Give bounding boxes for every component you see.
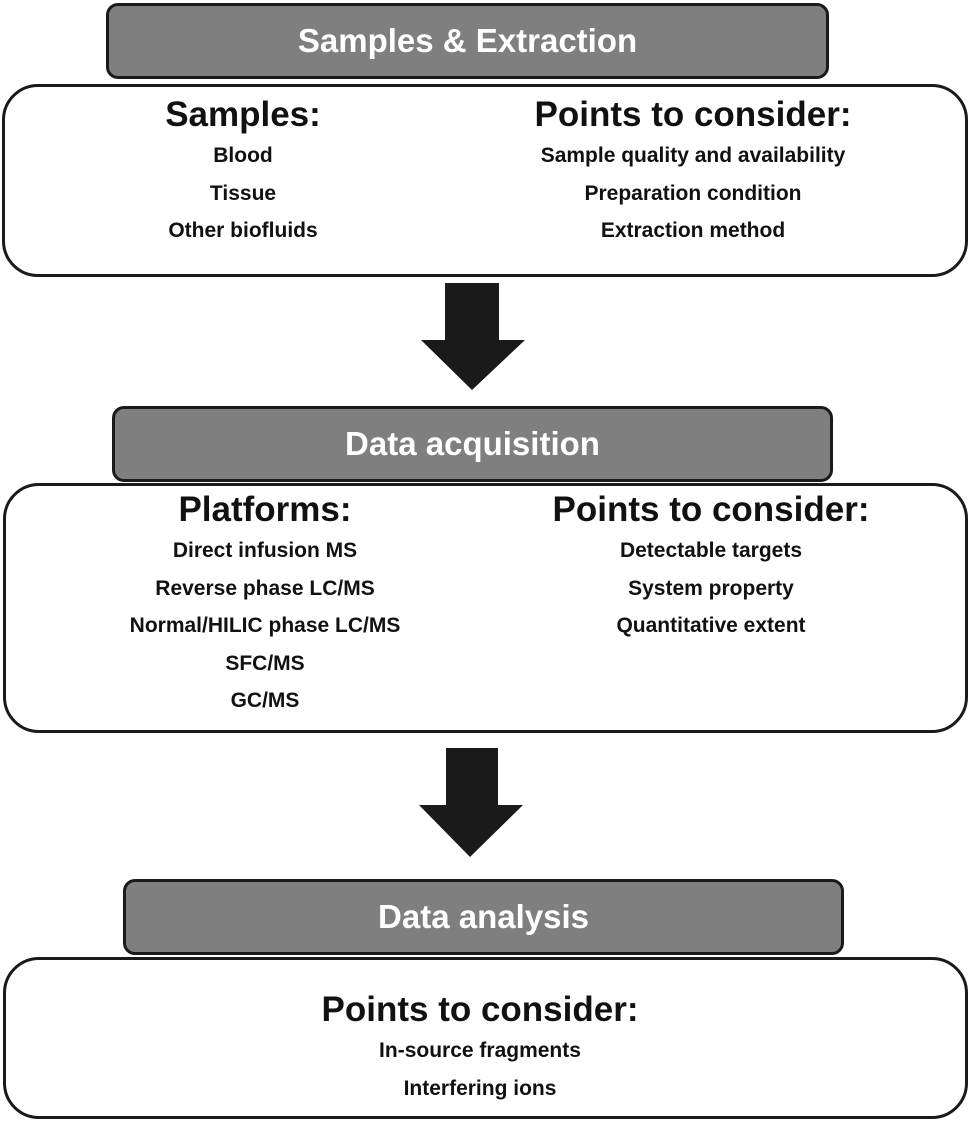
list-item: Blood [213,144,273,167]
list-item: Extraction method [600,219,786,242]
list-item: Detectable targets [619,539,803,562]
down-arrow-icon [419,748,523,857]
stage-box-data-acquisition: Platforms: Direct infusion MS Reverse ph… [3,483,968,733]
points-heading: Points to consider: [321,990,639,1029]
list-item: Quantitative extent [616,614,806,637]
samples-column: Samples: Blood Tissue Other biofluids [165,93,321,250]
stage-header-data-analysis: Data analysis [123,879,844,955]
points-heading: Points to consider: [534,95,852,134]
list-item: Tissue [209,181,277,205]
list-item: Preparation condition [584,181,802,205]
platforms-column: Platforms: Direct infusion MS Reverse ph… [130,488,401,720]
points-column: Points to consider: Detectable targets S… [553,488,870,645]
list-item: System property [628,576,794,600]
stage-header-samples-extraction: Samples & Extraction [106,3,829,79]
points-column: Points to consider: In-source fragments … [322,988,639,1107]
list-item: In-source fragments [379,1039,581,1062]
list-item: Direct infusion MS [172,539,358,562]
list-item: SFC/MS [225,651,305,675]
list-item: Other biofluids [168,219,318,242]
down-arrow-icon [421,283,525,390]
samples-heading: Samples: [165,95,321,134]
stage-box-samples-extraction: Samples: Blood Tissue Other biofluids Po… [2,84,968,277]
list-item: Reverse phase LC/MS [155,576,375,600]
points-column: Points to consider: Sample quality and a… [535,93,852,250]
list-item: GC/MS [230,689,300,712]
stage-box-data-analysis: Points to consider: In-source fragments … [3,957,968,1119]
stage-header-data-acquisition: Data acquisition [112,406,833,482]
list-item: Normal/HILIC phase LC/MS [129,614,401,637]
list-item: Sample quality and availability [540,144,846,167]
list-item: Interfering ions [403,1076,557,1100]
platforms-heading: Platforms: [178,490,352,529]
points-heading: Points to consider: [552,490,870,529]
